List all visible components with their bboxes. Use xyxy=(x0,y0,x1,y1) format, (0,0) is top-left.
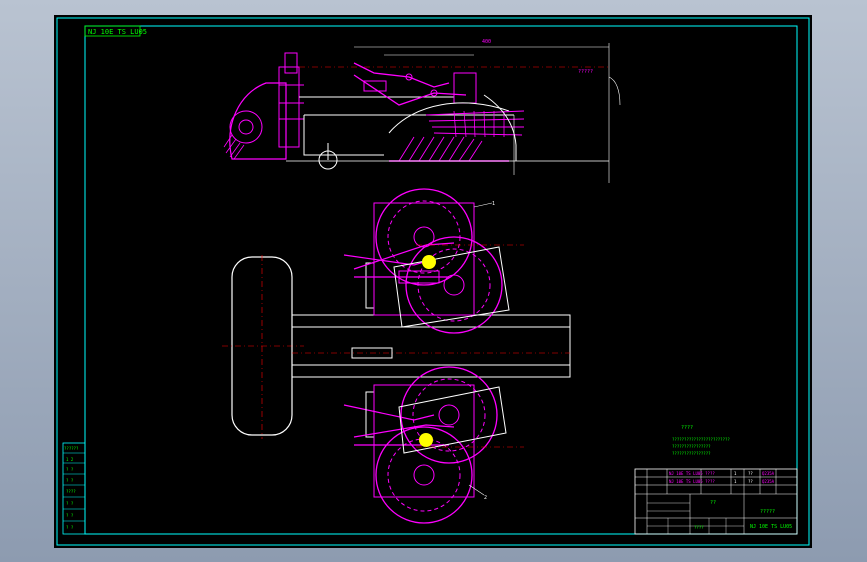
part-row-2: NJ 10E TS LU05 ???? xyxy=(669,479,715,484)
note-line-3: ???????????????? xyxy=(672,451,711,456)
ref-2: Q235A xyxy=(762,479,775,484)
title-block-company: ???? xyxy=(694,525,704,530)
title-block-drawing-no: NJ 10E TS LU05 xyxy=(750,524,792,530)
title-block-name: ?? xyxy=(710,500,716,506)
revision-table: ?????? 1 2 ? ? ? ? ???? ? ? ? ? ? ? xyxy=(62,442,86,535)
code-2: ?? xyxy=(748,479,753,484)
revision-row: ? ? xyxy=(66,501,74,506)
revision-header: ?????? xyxy=(64,446,79,451)
ref-1: Q235A xyxy=(762,471,775,476)
revision-row: ???? xyxy=(66,489,76,494)
notes-title: ???? xyxy=(681,425,693,431)
side-view: 400 ????? xyxy=(223,39,621,183)
revision-row: ? ? xyxy=(66,525,74,530)
part-row-1: NJ 10E TS LU05 ???? xyxy=(669,471,715,476)
callout-item-1: 1 xyxy=(492,201,495,207)
note-top-right: ????? xyxy=(578,69,593,75)
title-block-title: ????? xyxy=(760,509,775,515)
revision-row: ? ? xyxy=(66,467,74,472)
callout-item-2: 2 xyxy=(484,495,487,501)
title-block: NJ 10E TS LU05 ???? NJ 10E TS LU05 ???? … xyxy=(634,468,798,535)
revision-row: 1 2 xyxy=(66,457,74,462)
pivot-marker-upper xyxy=(422,255,436,269)
pivot-marker-lower xyxy=(419,433,433,447)
note-line-1: ???????????????????????? xyxy=(672,437,730,442)
plan-view: 1 2 xyxy=(222,188,571,524)
inner-frame xyxy=(84,25,798,535)
revision-row: ? ? xyxy=(66,478,74,483)
code-1: ?? xyxy=(748,471,753,476)
assembly-drawing: NJ 10E TS LU05 400 ????? 1 2 ???? ??????… xyxy=(56,17,810,546)
drawing-sheet[interactable]: NJ 10E TS LU05 400 ????? 1 2 ???? ??????… xyxy=(54,15,812,548)
dim-top-label: 400 xyxy=(482,39,491,45)
drawing-number: NJ 10E TS LU05 xyxy=(88,28,147,36)
cad-viewport[interactable]: NJ 10E TS LU05 400 ????? 1 2 ???? ??????… xyxy=(0,0,867,562)
revision-row: ? ? xyxy=(66,513,74,518)
qty-1: 1 xyxy=(734,471,737,476)
drawing-number-box: NJ 10E TS LU05 xyxy=(84,25,147,37)
note-line-2: ???????????????? xyxy=(672,444,711,449)
technical-notes: ???? ???????????????????????? ??????????… xyxy=(672,425,730,456)
qty-2: 1 xyxy=(734,479,737,484)
